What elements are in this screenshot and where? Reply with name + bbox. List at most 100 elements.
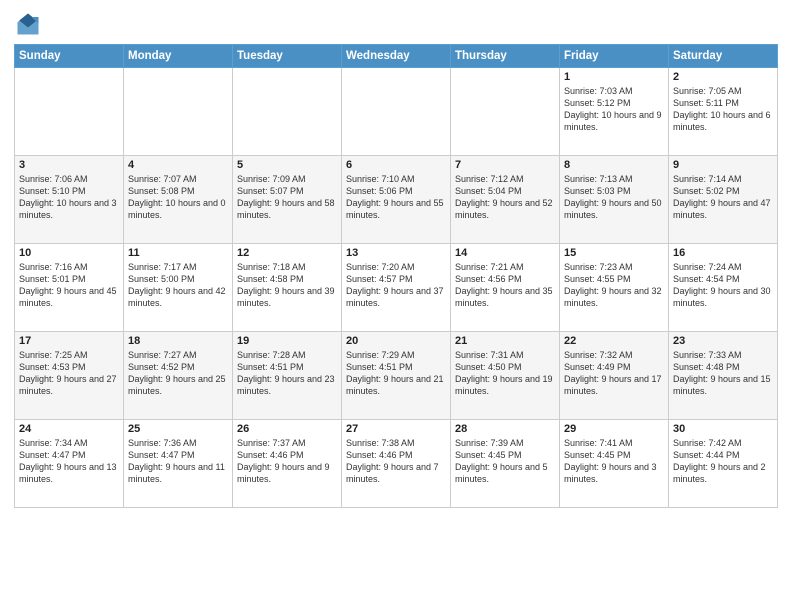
day-info: Sunrise: 7:10 AM Sunset: 5:06 PM Dayligh… — [346, 173, 446, 222]
calendar-cell: 30 Sunrise: 7:42 AM Sunset: 4:44 PM Dayli… — [669, 420, 778, 508]
day-info: Sunrise: 7:27 AM Sunset: 4:52 PM Dayligh… — [128, 349, 228, 398]
header-day-saturday: Saturday — [669, 45, 778, 68]
day-number: 14 — [455, 247, 555, 259]
calendar-cell: 16 Sunrise: 7:24 AM Sunset: 4:54 PM Dayli… — [669, 244, 778, 332]
header-day-wednesday: Wednesday — [342, 45, 451, 68]
day-info: Sunrise: 7:24 AM Sunset: 4:54 PM Dayligh… — [673, 261, 773, 310]
day-info: Sunrise: 7:03 AM Sunset: 5:12 PM Dayligh… — [564, 85, 664, 134]
calendar-cell: 22 Sunrise: 7:32 AM Sunset: 4:49 PM Dayli… — [560, 332, 669, 420]
calendar-cell: 1 Sunrise: 7:03 AM Sunset: 5:12 PM Daylig… — [560, 68, 669, 156]
calendar-cell: 28 Sunrise: 7:39 AM Sunset: 4:45 PM Dayli… — [451, 420, 560, 508]
calendar-cell: 27 Sunrise: 7:38 AM Sunset: 4:46 PM Dayli… — [342, 420, 451, 508]
calendar-cell: 3Sunrise: 7:06 AM Sunset: 5:10 PM Daylig… — [15, 156, 124, 244]
header-day-friday: Friday — [560, 45, 669, 68]
day-number: 26 — [237, 423, 337, 435]
calendar-cell: 8 Sunrise: 7:13 AM Sunset: 5:03 PM Daylig… — [560, 156, 669, 244]
calendar-cell — [15, 68, 124, 156]
calendar-body: 1 Sunrise: 7:03 AM Sunset: 5:12 PM Daylig… — [15, 68, 778, 508]
day-info: Sunrise: 7:42 AM Sunset: 4:44 PM Dayligh… — [673, 437, 773, 486]
calendar-week-3: 17Sunrise: 7:25 AM Sunset: 4:53 PM Dayli… — [15, 332, 778, 420]
day-info: Sunrise: 7:38 AM Sunset: 4:46 PM Dayligh… — [346, 437, 446, 486]
day-info: Sunrise: 7:17 AM Sunset: 5:00 PM Dayligh… — [128, 261, 228, 310]
day-info: Sunrise: 7:09 AM Sunset: 5:07 PM Dayligh… — [237, 173, 337, 222]
calendar-cell: 12 Sunrise: 7:18 AM Sunset: 4:58 PM Dayli… — [233, 244, 342, 332]
calendar-cell — [124, 68, 233, 156]
day-number: 25 — [128, 423, 228, 435]
day-number: 23 — [673, 335, 773, 347]
day-number: 12 — [237, 247, 337, 259]
day-info: Sunrise: 7:28 AM Sunset: 4:51 PM Dayligh… — [237, 349, 337, 398]
calendar-header: SundayMondayTuesdayWednesdayThursdayFrid… — [15, 45, 778, 68]
day-number: 18 — [128, 335, 228, 347]
day-number: 16 — [673, 247, 773, 259]
day-info: Sunrise: 7:33 AM Sunset: 4:48 PM Dayligh… — [673, 349, 773, 398]
day-number: 24 — [19, 423, 119, 435]
day-info: Sunrise: 7:32 AM Sunset: 4:49 PM Dayligh… — [564, 349, 664, 398]
calendar-cell: 15 Sunrise: 7:23 AM Sunset: 4:55 PM Dayli… — [560, 244, 669, 332]
day-number: 9 — [673, 159, 773, 171]
header — [14, 10, 778, 38]
day-number: 1 — [564, 71, 664, 83]
day-info: Sunrise: 7:05 AM Sunset: 5:11 PM Dayligh… — [673, 85, 773, 134]
day-info: Sunrise: 7:23 AM Sunset: 4:55 PM Dayligh… — [564, 261, 664, 310]
day-info: Sunrise: 7:20 AM Sunset: 4:57 PM Dayligh… — [346, 261, 446, 310]
day-number: 10 — [19, 247, 119, 259]
calendar-table: SundayMondayTuesdayWednesdayThursdayFrid… — [14, 44, 778, 508]
day-number: 20 — [346, 335, 446, 347]
calendar-cell: 11Sunrise: 7:17 AM Sunset: 5:00 PM Dayli… — [124, 244, 233, 332]
calendar-week-1: 3Sunrise: 7:06 AM Sunset: 5:10 PM Daylig… — [15, 156, 778, 244]
calendar-cell: 10 Sunrise: 7:16 AM Sunset: 5:01 PM Dayli… — [15, 244, 124, 332]
day-info: Sunrise: 7:37 AM Sunset: 4:46 PM Dayligh… — [237, 437, 337, 486]
day-info: Sunrise: 7:21 AM Sunset: 4:56 PM Dayligh… — [455, 261, 555, 310]
day-info: Sunrise: 7:39 AM Sunset: 4:45 PM Dayligh… — [455, 437, 555, 486]
calendar-cell: 4Sunrise: 7:07 AM Sunset: 5:08 PM Daylig… — [124, 156, 233, 244]
day-info: Sunrise: 7:31 AM Sunset: 4:50 PM Dayligh… — [455, 349, 555, 398]
day-info: Sunrise: 7:18 AM Sunset: 4:58 PM Dayligh… — [237, 261, 337, 310]
header-day-thursday: Thursday — [451, 45, 560, 68]
day-number: 21 — [455, 335, 555, 347]
calendar-cell — [451, 68, 560, 156]
day-number: 8 — [564, 159, 664, 171]
day-number: 29 — [564, 423, 664, 435]
calendar-cell: 18 Sunrise: 7:27 AM Sunset: 4:52 PM Dayli… — [124, 332, 233, 420]
day-number: 19 — [237, 335, 337, 347]
calendar-week-0: 1 Sunrise: 7:03 AM Sunset: 5:12 PM Daylig… — [15, 68, 778, 156]
calendar-cell: 19 Sunrise: 7:28 AM Sunset: 4:51 PM Dayli… — [233, 332, 342, 420]
day-number: 27 — [346, 423, 446, 435]
day-number: 28 — [455, 423, 555, 435]
calendar-cell: 29 Sunrise: 7:41 AM Sunset: 4:45 PM Dayli… — [560, 420, 669, 508]
day-number: 4 — [128, 159, 228, 171]
calendar-cell — [233, 68, 342, 156]
header-day-sunday: Sunday — [15, 45, 124, 68]
calendar-week-4: 24Sunrise: 7:34 AM Sunset: 4:47 PM Dayli… — [15, 420, 778, 508]
day-number: 22 — [564, 335, 664, 347]
day-info: Sunrise: 7:36 AM Sunset: 4:47 PM Dayligh… — [128, 437, 228, 486]
calendar-cell: 20 Sunrise: 7:29 AM Sunset: 4:51 PM Dayli… — [342, 332, 451, 420]
day-number: 6 — [346, 159, 446, 171]
day-number: 3 — [19, 159, 119, 171]
calendar-cell: 13 Sunrise: 7:20 AM Sunset: 4:57 PM Dayli… — [342, 244, 451, 332]
header-row: SundayMondayTuesdayWednesdayThursdayFrid… — [15, 45, 778, 68]
calendar-cell: 14 Sunrise: 7:21 AM Sunset: 4:56 PM Dayli… — [451, 244, 560, 332]
day-number: 2 — [673, 71, 773, 83]
day-number: 5 — [237, 159, 337, 171]
day-info: Sunrise: 7:13 AM Sunset: 5:03 PM Dayligh… — [564, 173, 664, 222]
calendar-cell: 6 Sunrise: 7:10 AM Sunset: 5:06 PM Daylig… — [342, 156, 451, 244]
calendar-cell — [342, 68, 451, 156]
day-info: Sunrise: 7:16 AM Sunset: 5:01 PM Dayligh… — [19, 261, 119, 310]
day-info: Sunrise: 7:41 AM Sunset: 4:45 PM Dayligh… — [564, 437, 664, 486]
calendar-cell: 25 Sunrise: 7:36 AM Sunset: 4:47 PM Dayli… — [124, 420, 233, 508]
day-number: 15 — [564, 247, 664, 259]
day-info: Sunrise: 7:29 AM Sunset: 4:51 PM Dayligh… — [346, 349, 446, 398]
day-number: 30 — [673, 423, 773, 435]
day-info: Sunrise: 7:25 AM Sunset: 4:53 PM Dayligh… — [19, 349, 119, 398]
calendar-cell: 24Sunrise: 7:34 AM Sunset: 4:47 PM Dayli… — [15, 420, 124, 508]
calendar-cell: 21 Sunrise: 7:31 AM Sunset: 4:50 PM Dayli… — [451, 332, 560, 420]
day-info: Sunrise: 7:14 AM Sunset: 5:02 PM Dayligh… — [673, 173, 773, 222]
day-number: 13 — [346, 247, 446, 259]
calendar-cell: 17Sunrise: 7:25 AM Sunset: 4:53 PM Dayli… — [15, 332, 124, 420]
logo — [14, 10, 46, 38]
day-info: Sunrise: 7:12 AM Sunset: 5:04 PM Dayligh… — [455, 173, 555, 222]
day-number: 7 — [455, 159, 555, 171]
calendar-cell: 9 Sunrise: 7:14 AM Sunset: 5:02 PM Daylig… — [669, 156, 778, 244]
